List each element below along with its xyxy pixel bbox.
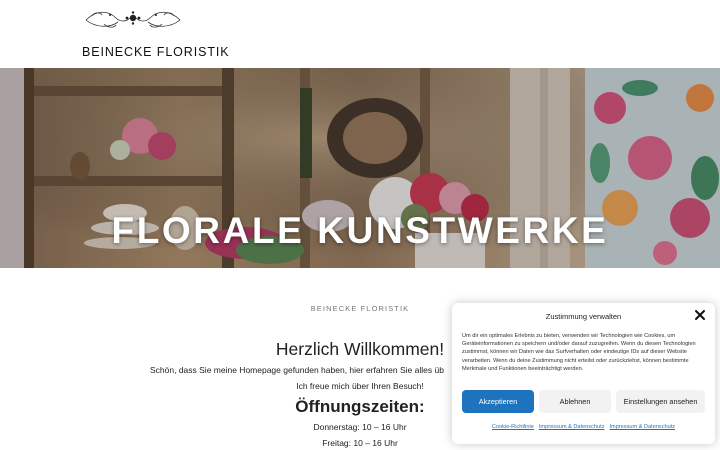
intro-text: Schön, dass Sie meine Homepage gefunden …: [150, 365, 444, 375]
site-header: BEINECKE FLORISTIK: [0, 0, 720, 68]
site-title[interactable]: BEINECKE FLORISTIK: [82, 45, 229, 59]
accept-button[interactable]: Akzeptieren: [462, 390, 534, 413]
consent-title: Zustimmung verwalten: [545, 312, 622, 321]
cookie-policy-link[interactable]: Cookie-Richtlinie: [492, 424, 534, 430]
ornamental-flourish-logo[interactable]: [82, 6, 184, 32]
hero-slider: FLORALE KUNSTWERKE: [0, 68, 720, 268]
close-icon[interactable]: [694, 309, 706, 321]
view-settings-button[interactable]: Einstellungen ansehen: [616, 390, 705, 413]
deny-button[interactable]: Ablehnen: [539, 390, 611, 413]
imprint-privacy-link[interactable]: Impressum & Datenschutz: [609, 424, 675, 430]
consent-links: Cookie-Richtlinie Impressum & Datenschut…: [452, 424, 715, 430]
consent-text: Um dir ein optimales Erlebnis zu bieten,…: [462, 333, 696, 372]
imprint-privacy-link[interactable]: Impressum & Datenschutz: [539, 424, 605, 430]
hero-title: FLORALE KUNSTWERKE: [111, 210, 609, 251]
cookie-consent-dialog: Zustimmung verwalten Um dir ein optimale…: [452, 303, 715, 444]
